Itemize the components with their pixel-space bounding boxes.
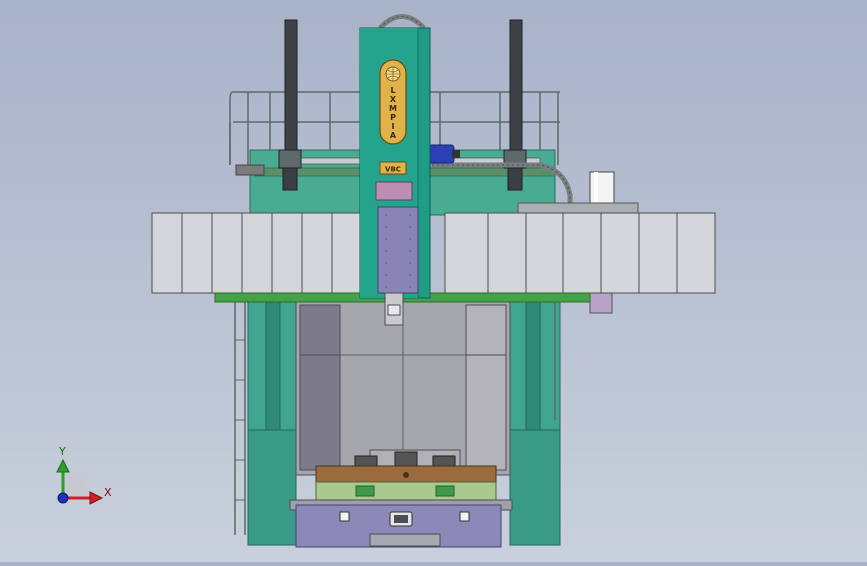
nameplate-label: VBC bbox=[385, 166, 401, 174]
left-lift-cylinder bbox=[278, 19, 302, 191]
machine-base bbox=[289, 499, 513, 548]
cad-viewport[interactable]: LXMPIA VBC Y X bbox=[0, 0, 867, 562]
logo-letter: I bbox=[392, 122, 395, 131]
coordinate-triad: Y X bbox=[56, 445, 112, 505]
y-axis-label: Y bbox=[58, 445, 66, 458]
brand-logo: LXMPIA bbox=[379, 59, 407, 145]
column-nameplate: VBC bbox=[379, 161, 407, 175]
logo-letters: LXMPIA bbox=[389, 86, 397, 140]
logo-letter: X bbox=[390, 95, 397, 104]
crossbeam-right-wing bbox=[444, 212, 716, 294]
logo-letter: L bbox=[390, 86, 395, 95]
crossbeam-left-wing bbox=[151, 212, 361, 294]
logo-letter: A bbox=[390, 131, 397, 140]
vertical-lathe-drawing: LXMPIA VBC Y X bbox=[56, 14, 716, 548]
enclosure bbox=[295, 299, 511, 476]
logo-letter: P bbox=[390, 113, 396, 122]
z-axis-marker bbox=[57, 492, 69, 504]
logo-letter: M bbox=[389, 104, 397, 113]
x-axis-label: X bbox=[104, 486, 112, 499]
